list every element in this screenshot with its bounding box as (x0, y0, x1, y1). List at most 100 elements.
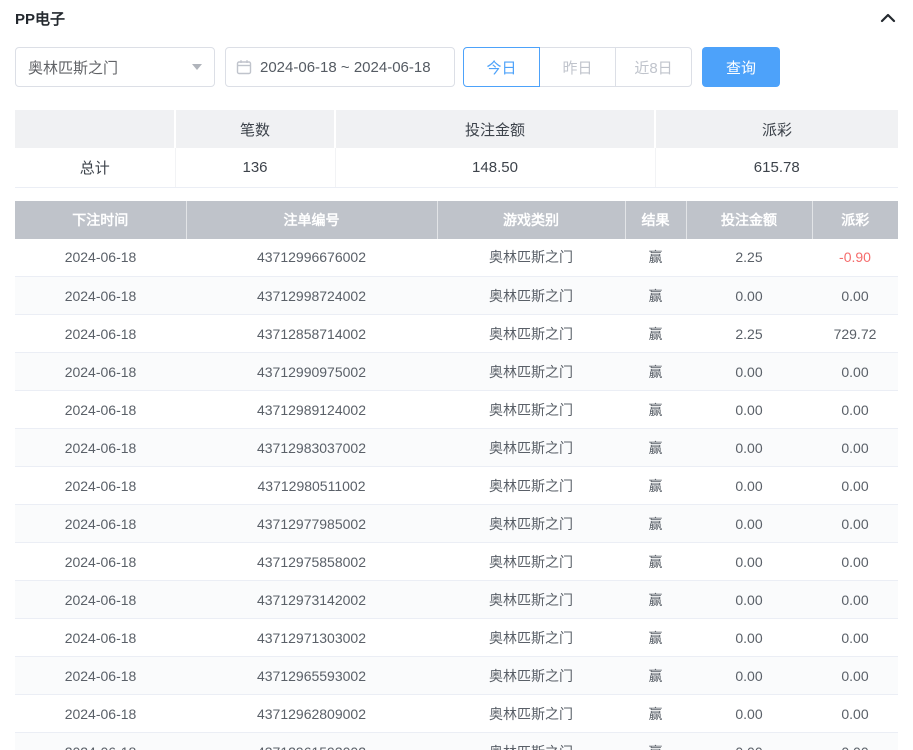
summary-total-count: 136 (175, 148, 335, 187)
cell-order-number: 43712996676002 (186, 239, 437, 277)
cell-order-number: 43712975858002 (186, 543, 437, 581)
game-select[interactable]: 奥林匹斯之门 (15, 47, 215, 87)
cell-game-category: 奥林匹斯之门 (437, 619, 625, 657)
summary-total-bet-amount: 148.50 (335, 148, 655, 187)
table-row: 2024-06-18 43712858714002 奥林匹斯之门 赢 2.25 … (15, 315, 898, 353)
cell-result: 赢 (625, 239, 686, 277)
summary-total-payout: 615.78 (655, 148, 898, 187)
cell-bet-amount: 0.00 (686, 619, 812, 657)
summary-header-payout: 派彩 (655, 110, 898, 148)
cell-result: 赢 (625, 467, 686, 505)
table-row: 2024-06-18 43712977985002 奥林匹斯之门 赢 0.00 … (15, 505, 898, 543)
cell-bet-amount: 0.00 (686, 429, 812, 467)
chevron-up-icon[interactable] (878, 10, 898, 26)
cell-order-number: 43712965593002 (186, 657, 437, 695)
cell-result: 赢 (625, 733, 686, 750)
cell-bet-time: 2024-06-18 (15, 581, 186, 619)
cell-bet-amount: 0.00 (686, 467, 812, 505)
cell-game-category: 奥林匹斯之门 (437, 353, 625, 391)
cell-result: 赢 (625, 353, 686, 391)
cell-game-category: 奥林匹斯之门 (437, 277, 625, 315)
cell-result: 赢 (625, 581, 686, 619)
cell-order-number: 43712971303002 (186, 619, 437, 657)
cell-result: 赢 (625, 543, 686, 581)
cell-order-number: 43712973142002 (186, 581, 437, 619)
table-row: 2024-06-18 43712990975002 奥林匹斯之门 赢 0.00 … (15, 353, 898, 391)
table-row: 2024-06-18 43712965593002 奥林匹斯之门 赢 0.00 … (15, 657, 898, 695)
date-range-picker[interactable]: 2024-06-18 ~ 2024-06-18 (225, 47, 455, 87)
cell-bet-time: 2024-06-18 (15, 429, 186, 467)
cell-game-category: 奥林匹斯之门 (437, 239, 625, 277)
cell-order-number: 43712977985002 (186, 505, 437, 543)
search-button[interactable]: 查询 (702, 47, 780, 87)
calendar-icon (236, 59, 252, 75)
quick-date-button-group: 今日 昨日 近8日 (463, 47, 692, 87)
cell-payout: 729.72 (812, 315, 898, 353)
cell-bet-amount: 0.00 (686, 543, 812, 581)
cell-bet-amount: 0.00 (686, 391, 812, 429)
table-row: 2024-06-18 43712996676002 奥林匹斯之门 赢 2.25 … (15, 239, 898, 277)
cell-result: 赢 (625, 429, 686, 467)
cell-payout: 0.00 (812, 733, 898, 750)
cell-bet-time: 2024-06-18 (15, 695, 186, 733)
cell-order-number: 43712998724002 (186, 277, 437, 315)
records-header-row: 下注时间 注单编号 游戏类别 结果 投注金额 派彩 (15, 201, 898, 239)
summary-table: 笔数 投注金额 派彩 总计 136 148.50 615.78 (15, 110, 898, 188)
today-button[interactable]: 今日 (463, 47, 540, 87)
cell-bet-time: 2024-06-18 (15, 239, 186, 277)
cell-payout: 0.00 (812, 353, 898, 391)
cell-game-category: 奥林匹斯之门 (437, 391, 625, 429)
cell-bet-amount: 0.00 (686, 581, 812, 619)
summary-header-row: 笔数 投注金额 派彩 (15, 110, 898, 148)
header-game-category: 游戏类别 (437, 201, 625, 239)
cell-bet-amount: 0.00 (686, 353, 812, 391)
cell-payout: 0.00 (812, 505, 898, 543)
cell-game-category: 奥林匹斯之门 (437, 543, 625, 581)
cell-bet-time: 2024-06-18 (15, 467, 186, 505)
cell-payout: 0.00 (812, 657, 898, 695)
table-row: 2024-06-18 43712975858002 奥林匹斯之门 赢 0.00 … (15, 543, 898, 581)
cell-order-number: 43712980511002 (186, 467, 437, 505)
cell-payout: 0.00 (812, 391, 898, 429)
cell-payout: 0.00 (812, 695, 898, 733)
cell-order-number: 43712962809002 (186, 695, 437, 733)
cell-bet-amount: 0.00 (686, 277, 812, 315)
cell-order-number: 43712983037002 (186, 429, 437, 467)
summary-total-row: 总计 136 148.50 615.78 (15, 148, 898, 187)
cell-bet-amount: 0.00 (686, 657, 812, 695)
table-row: 2024-06-18 43712983037002 奥林匹斯之门 赢 0.00 … (15, 429, 898, 467)
summary-header-count: 笔数 (175, 110, 335, 148)
cell-payout: 0.00 (812, 429, 898, 467)
header-bet-amount: 投注金额 (686, 201, 812, 239)
filter-bar: 奥林匹斯之门 2024-06-18 ~ 2024-06-18 今日 昨日 近8日… (15, 47, 898, 87)
cell-game-category: 奥林匹斯之门 (437, 581, 625, 619)
page-title: PP电子 (15, 8, 65, 29)
cell-order-number: 43712990975002 (186, 353, 437, 391)
summary-total-label: 总计 (15, 148, 175, 187)
last-8-days-button[interactable]: 近8日 (615, 47, 692, 87)
table-row: 2024-06-18 43712973142002 奥林匹斯之门 赢 0.00 … (15, 581, 898, 619)
cell-bet-time: 2024-06-18 (15, 391, 186, 429)
cell-result: 赢 (625, 505, 686, 543)
table-row: 2024-06-18 43712989124002 奥林匹斯之门 赢 0.00 … (15, 391, 898, 429)
cell-bet-amount: 2.25 (686, 315, 812, 353)
table-row: 2024-06-18 43712961593002 奥林匹斯之门 赢 0.00 … (15, 733, 898, 750)
table-row: 2024-06-18 43712998724002 奥林匹斯之门 赢 0.00 … (15, 277, 898, 315)
cell-payout: 0.00 (812, 543, 898, 581)
header-order-number: 注单编号 (186, 201, 437, 239)
cell-order-number: 43712858714002 (186, 315, 437, 353)
cell-game-category: 奥林匹斯之门 (437, 429, 625, 467)
cell-bet-time: 2024-06-18 (15, 505, 186, 543)
cell-result: 赢 (625, 391, 686, 429)
table-row: 2024-06-18 43712962809002 奥林匹斯之门 赢 0.00 … (15, 695, 898, 733)
cell-game-category: 奥林匹斯之门 (437, 733, 625, 750)
cell-game-category: 奥林匹斯之门 (437, 695, 625, 733)
chevron-down-icon (192, 64, 202, 70)
cell-bet-time: 2024-06-18 (15, 277, 186, 315)
cell-result: 赢 (625, 657, 686, 695)
page: PP电子 奥林匹斯之门 2024-06-18 ~ 2024-06-18 今日 昨… (0, 0, 913, 750)
cell-bet-amount: 0.00 (686, 695, 812, 733)
yesterday-button[interactable]: 昨日 (539, 47, 616, 87)
cell-bet-time: 2024-06-18 (15, 619, 186, 657)
cell-result: 赢 (625, 619, 686, 657)
